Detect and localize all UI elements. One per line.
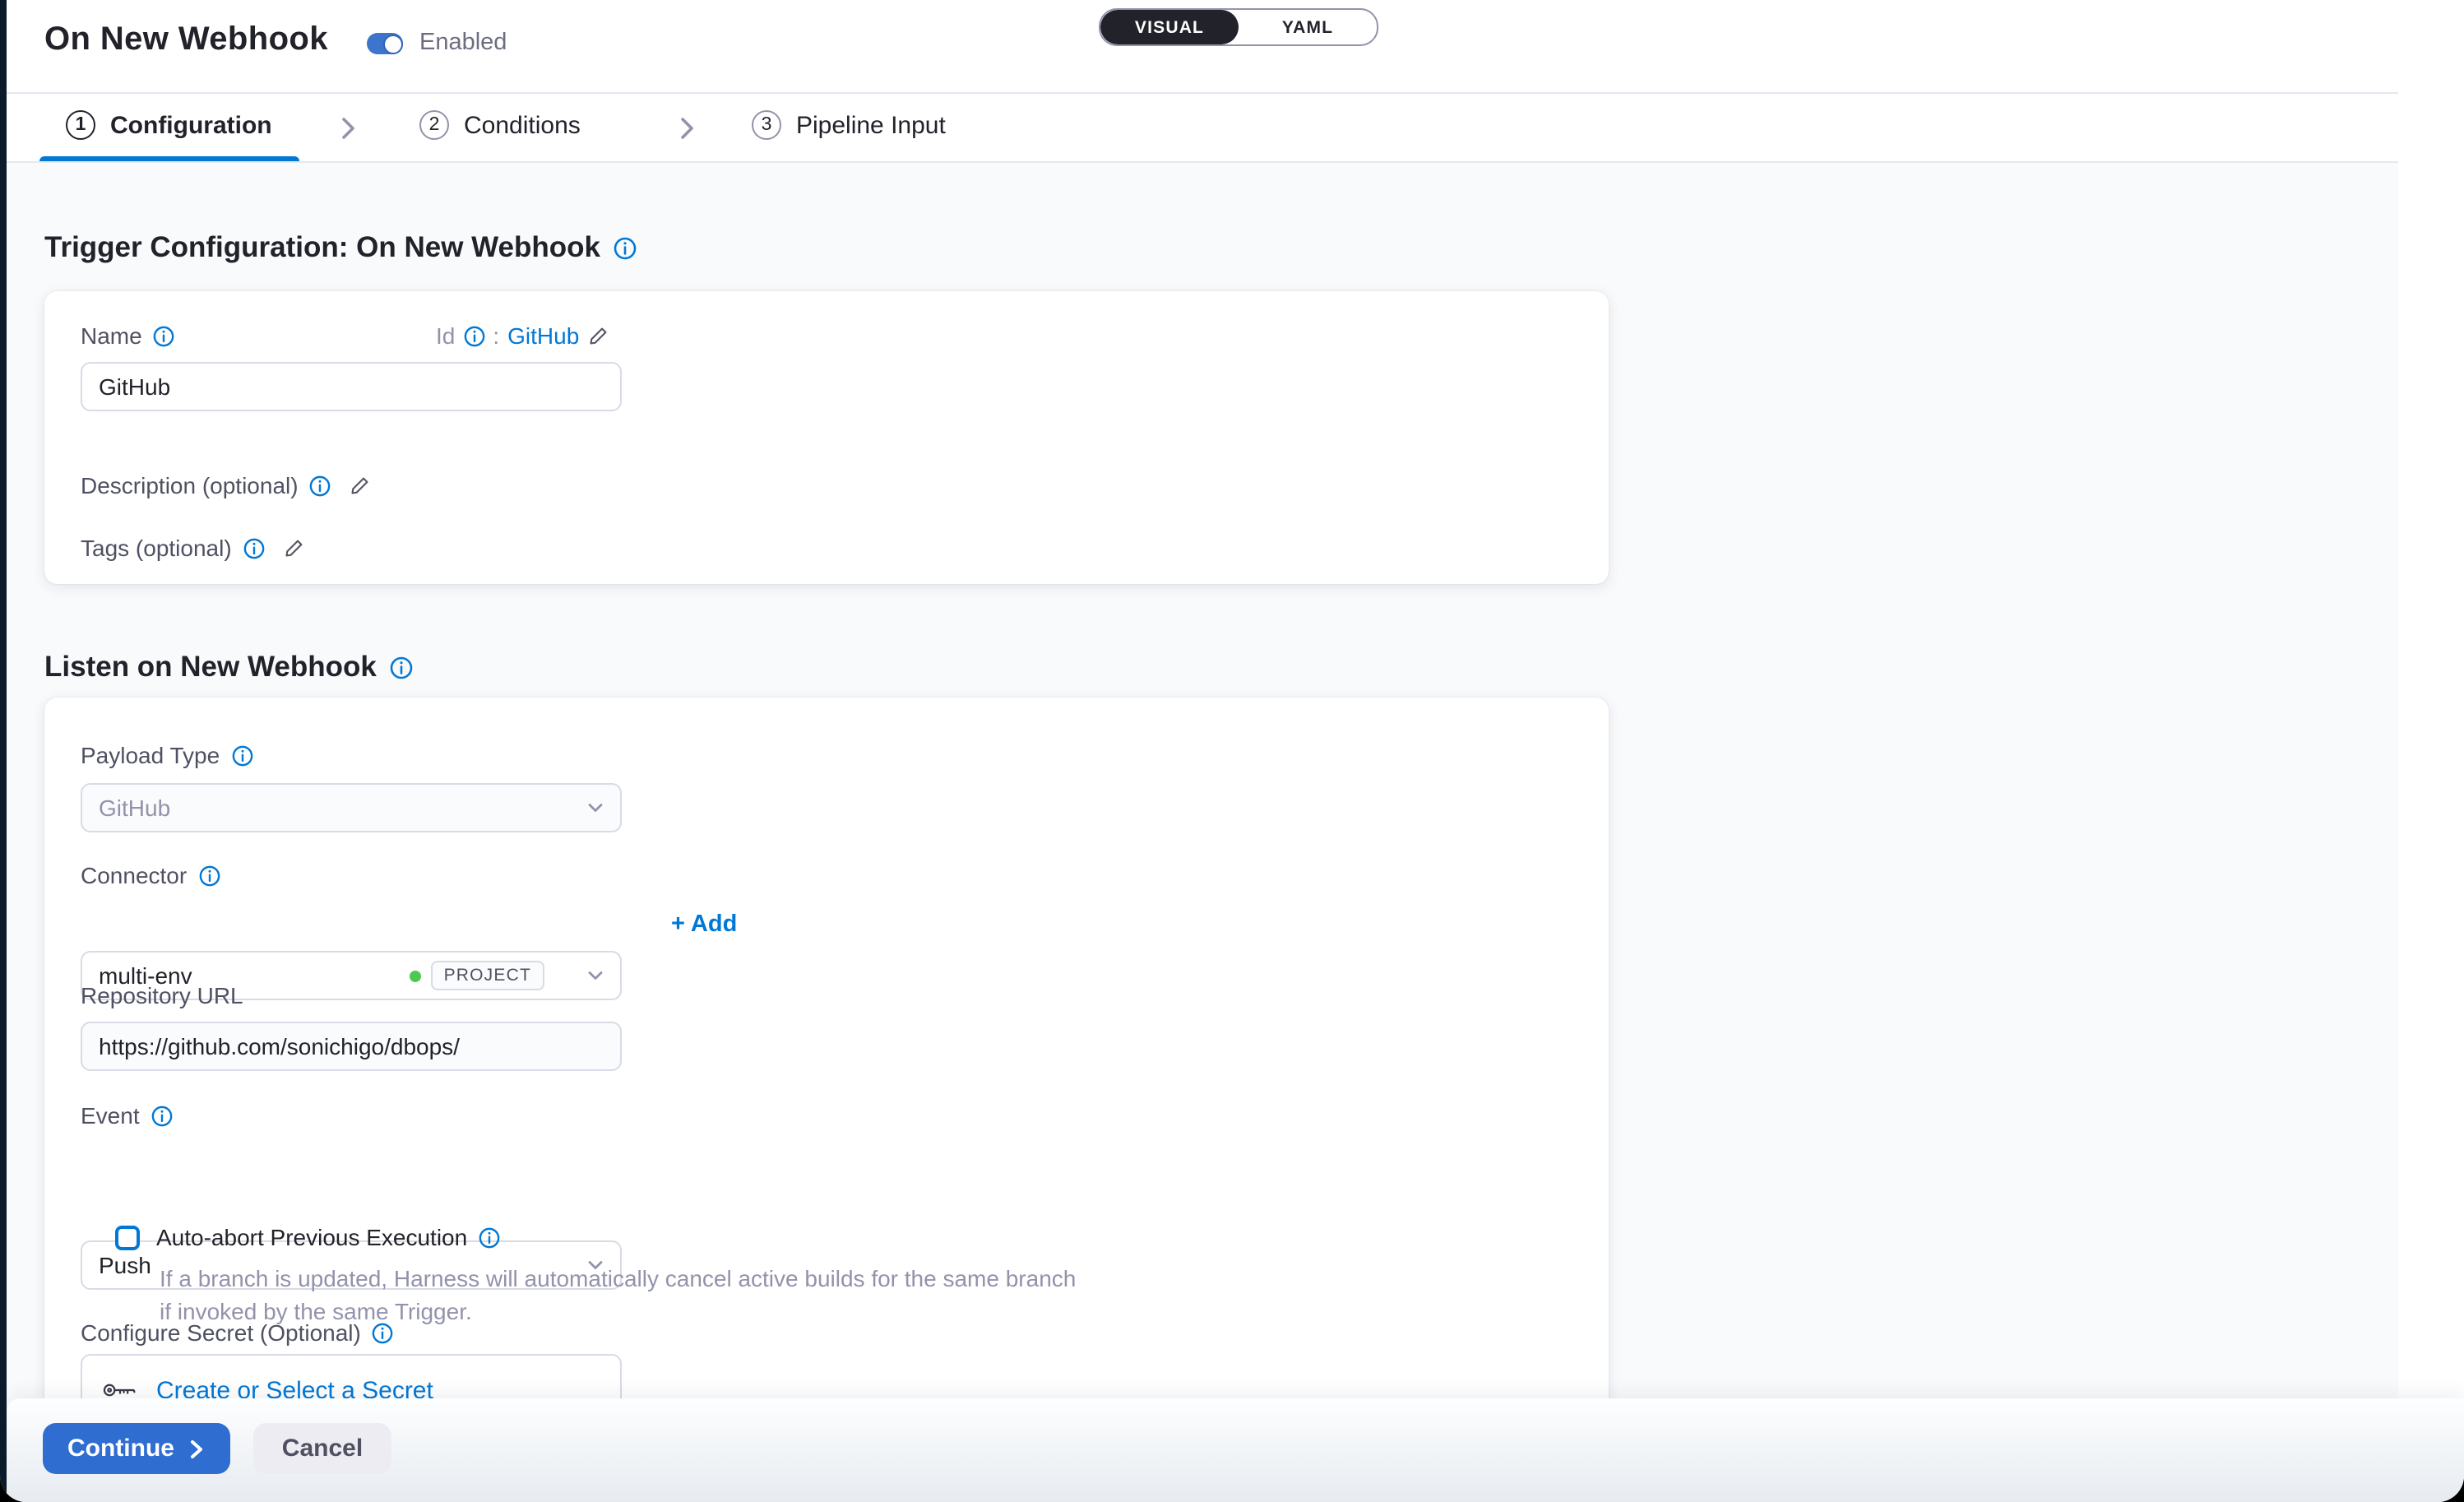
info-icon[interactable] <box>243 537 265 559</box>
event-label: Event <box>81 1102 140 1129</box>
repository-url-label-row: Repository URL <box>81 982 243 1008</box>
step-number-badge: 3 <box>752 110 781 140</box>
payload-type-value: GitHub <box>99 795 170 821</box>
cancel-button[interactable]: Cancel <box>253 1423 391 1474</box>
collapsed-sidebar-strip <box>0 0 7 1502</box>
page-title: On New Webhook <box>44 21 328 59</box>
info-icon[interactable] <box>231 744 252 766</box>
chevron-right-icon <box>674 115 697 141</box>
info-icon[interactable] <box>154 325 175 346</box>
event-value: Push <box>99 1252 151 1278</box>
step-label: Configuration <box>110 111 272 139</box>
toggle-knob-icon <box>383 34 403 53</box>
connector-scope-badge: PROJECT <box>431 962 544 990</box>
step-label: Pipeline Input <box>796 111 946 139</box>
heading-text: Trigger Configuration: On New Webhook <box>44 230 600 265</box>
id-value[interactable]: GitHub <box>507 322 579 349</box>
step-number-badge: 1 <box>66 110 95 140</box>
description-label: Description (optional) <box>81 472 299 498</box>
info-icon[interactable] <box>198 865 220 886</box>
chevron-down-icon <box>584 964 607 987</box>
step-tab-pipeline-input[interactable]: 3 Pipeline Input <box>752 110 946 140</box>
configure-secret-label-row: Configure Secret (Optional) <box>81 1319 394 1346</box>
info-icon[interactable] <box>614 236 637 259</box>
chevron-right-icon <box>336 115 359 141</box>
info-icon[interactable] <box>390 656 413 679</box>
tags-label: Tags (optional) <box>81 535 232 561</box>
auto-abort-help-line1: If a branch is updated, Harness will aut… <box>160 1262 1076 1295</box>
auto-abort-label-row: Auto-abort Previous Execution <box>156 1224 500 1250</box>
repository-url-label: Repository URL <box>81 982 243 1008</box>
cancel-button-label: Cancel <box>282 1435 363 1463</box>
info-icon[interactable] <box>151 1105 173 1126</box>
step-label: Conditions <box>464 111 581 139</box>
page-header: On New Webhook Enabled VISUAL YAML <box>7 0 2398 94</box>
add-connector-button[interactable]: + Add <box>671 911 737 938</box>
edit-description-pencil-icon[interactable] <box>350 474 373 497</box>
connector-label-row: Connector <box>81 862 220 888</box>
chevron-down-icon <box>584 796 607 819</box>
trigger-configuration-card: Name Id : GitHub Description (optional) <box>44 291 1609 584</box>
continue-button[interactable]: Continue <box>43 1423 230 1474</box>
right-rail <box>2397 0 2464 1502</box>
info-icon[interactable] <box>310 475 331 496</box>
name-label-row: Name <box>81 322 175 349</box>
tab-yaml[interactable]: YAML <box>1239 10 1377 44</box>
step-tab-conditions[interactable]: 2 Conditions <box>419 110 581 140</box>
chevron-right-icon <box>188 1439 206 1458</box>
listen-on-new-webhook-heading: Listen on New Webhook <box>44 650 413 684</box>
id-row: Id : GitHub <box>436 322 610 349</box>
tags-row: Tags (optional) <box>81 535 306 561</box>
configuration-panel: Trigger Configuration: On New Webhook Na… <box>7 161 2398 1502</box>
wizard-steps: 1 Configuration 2 Conditions 3 Pipeline … <box>7 94 2398 163</box>
app-window: On New Webhook Enabled VISUAL YAML 1 Con… <box>0 0 2464 1502</box>
trigger-configuration-heading: Trigger Configuration: On New Webhook <box>44 230 637 265</box>
info-icon[interactable] <box>463 325 484 346</box>
continue-button-label: Continue <box>67 1435 174 1463</box>
event-label-row: Event <box>81 1102 173 1129</box>
webhook-settings-card: Payload Type GitHub Connector multi-env <box>44 698 1609 1502</box>
description-row: Description (optional) <box>81 472 373 498</box>
name-input[interactable] <box>81 362 622 411</box>
heading-text: Listen on New Webhook <box>44 650 377 684</box>
name-label: Name <box>81 322 142 349</box>
step-number-badge: 2 <box>419 110 449 140</box>
active-tab-underline <box>39 155 299 161</box>
connector-label: Connector <box>81 862 187 888</box>
visual-yaml-switch: VISUAL YAML <box>1099 8 1378 46</box>
payload-type-select[interactable]: GitHub <box>81 783 622 832</box>
payload-type-label-row: Payload Type <box>81 742 252 768</box>
info-icon[interactable] <box>373 1322 394 1343</box>
id-separator: : <box>493 322 499 349</box>
configure-secret-label: Configure Secret (Optional) <box>81 1319 361 1346</box>
connector-status-dot-icon <box>410 970 421 981</box>
wizard-footer: Continue Cancel <box>7 1398 2464 1502</box>
edit-tags-pencil-icon[interactable] <box>283 536 306 559</box>
step-tab-configuration[interactable]: 1 Configuration <box>66 110 272 140</box>
enabled-label: Enabled <box>419 30 507 56</box>
enabled-toggle[interactable] <box>367 33 403 54</box>
auto-abort-checkbox[interactable] <box>115 1225 140 1249</box>
auto-abort-row: Auto-abort Previous Execution <box>115 1224 500 1250</box>
repository-url-input[interactable] <box>81 1022 622 1071</box>
edit-id-pencil-icon[interactable] <box>587 324 610 347</box>
tab-visual[interactable]: VISUAL <box>1100 10 1239 44</box>
id-label: Id <box>436 322 455 349</box>
auto-abort-label: Auto-abort Previous Execution <box>156 1224 467 1250</box>
payload-type-label: Payload Type <box>81 742 220 768</box>
info-icon[interactable] <box>479 1226 500 1248</box>
